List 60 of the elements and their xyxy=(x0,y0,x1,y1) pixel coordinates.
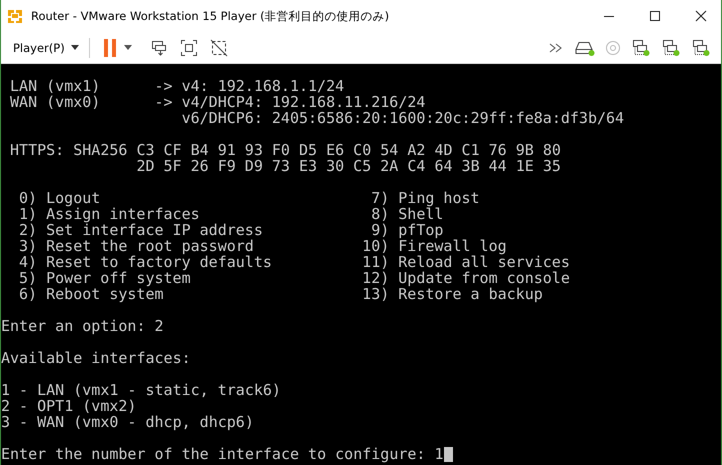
menu-number: 3) xyxy=(18,238,38,254)
maximize-icon[interactable] xyxy=(649,10,661,22)
menu-number: 8) xyxy=(370,206,390,222)
menu-number: 2) xyxy=(18,222,38,238)
menu-option: Power off system xyxy=(46,270,362,286)
arrow-text: -> xyxy=(154,93,173,111)
menu-option: Reset the root password xyxy=(46,238,362,254)
monitor-icon[interactable] xyxy=(150,38,168,56)
arrow-text: -> xyxy=(154,77,173,95)
window-title: Router - VMware Workstation 15 Player (非営利目的の使用のみ) xyxy=(31,8,390,24)
caret-icon[interactable] xyxy=(70,45,79,50)
network-adapter-icon[interactable] xyxy=(691,38,711,56)
menu-option: Update from console xyxy=(398,270,570,286)
menu-number: 10) xyxy=(362,238,390,254)
certificate-label: HTTPS: SHA256 xyxy=(10,141,128,159)
network-adapter-icon[interactable] xyxy=(661,38,681,56)
menu-option: pfTop xyxy=(398,222,444,238)
menu-option: Logout xyxy=(46,190,362,206)
interface-option: 2 - OPT1 (vmx2) xyxy=(1,398,136,414)
menu-number: 11) xyxy=(362,254,390,270)
fullscreen-icon[interactable] xyxy=(180,38,198,56)
menu-option: Restore a backup xyxy=(398,286,543,302)
menu-option: Ping host xyxy=(398,190,480,206)
menu-number: 0) xyxy=(18,190,38,206)
menu-number: 7) xyxy=(370,190,390,206)
menu-number: 4) xyxy=(18,254,38,270)
pause-icon[interactable] xyxy=(104,38,116,56)
app-logo-icon xyxy=(7,8,23,24)
caret-icon[interactable] xyxy=(124,45,132,50)
menu-option: Assign interfaces xyxy=(46,206,362,222)
certificate-fingerprint: C3 CF B4 91 93 F0 D5 E6 C0 54 A2 4D C1 76 9B 80 xyxy=(136,142,561,158)
menu-option: Firewall log xyxy=(398,238,507,254)
menu-option: Reboot system xyxy=(46,286,362,302)
menu-option: Reset to factory defaults xyxy=(46,254,362,270)
interface-option: 1 - LAN (vmx1 - static, track6) xyxy=(1,382,281,398)
prompt-text: Enter the number of the interface to configure: 1 xyxy=(1,446,444,462)
interface-name: WAN (vmx0) xyxy=(10,93,100,111)
text-cursor xyxy=(444,447,453,462)
menu-option: Set interface IP address xyxy=(46,222,362,238)
menu-option: Shell xyxy=(398,206,444,222)
player-menu[interactable]: Player(P) xyxy=(11,40,71,54)
menu-number: 9) xyxy=(370,222,390,238)
interface-option: 3 - WAN (vmx0 - dhcp, dhcp6) xyxy=(1,414,254,430)
chevrons-icon[interactable] xyxy=(549,42,563,52)
menu-number: 13) xyxy=(362,286,390,302)
interface-address: v6/DHCP6: 2405:6586:20:1600:20c:29ff:fe8a:df3b/64 xyxy=(182,110,624,126)
menu-option: Reload all services xyxy=(398,254,570,270)
prompt-text: Enter an option: 2 xyxy=(1,318,164,334)
interface-address: v4/DHCP4: 192.168.11.216/24 xyxy=(182,94,426,110)
network-adapter-icon[interactable] xyxy=(631,38,651,56)
menu-number: 12) xyxy=(362,270,390,286)
interface-address: v4: 192.168.1.1/24 xyxy=(182,78,344,94)
interface-name: LAN (vmx1) xyxy=(10,77,100,95)
menu-number: 1) xyxy=(18,206,38,222)
certificate-fingerprint: 2D 5F 26 F9 D9 73 E3 30 C5 2A C4 64 3B 44 1E 35 xyxy=(136,158,561,174)
unity-off-icon[interactable] xyxy=(210,38,228,56)
heading-text: Available interfaces: xyxy=(1,350,191,366)
close-icon[interactable] xyxy=(695,10,707,22)
menu-number: 5) xyxy=(18,270,38,286)
menu-number: 6) xyxy=(18,286,38,302)
